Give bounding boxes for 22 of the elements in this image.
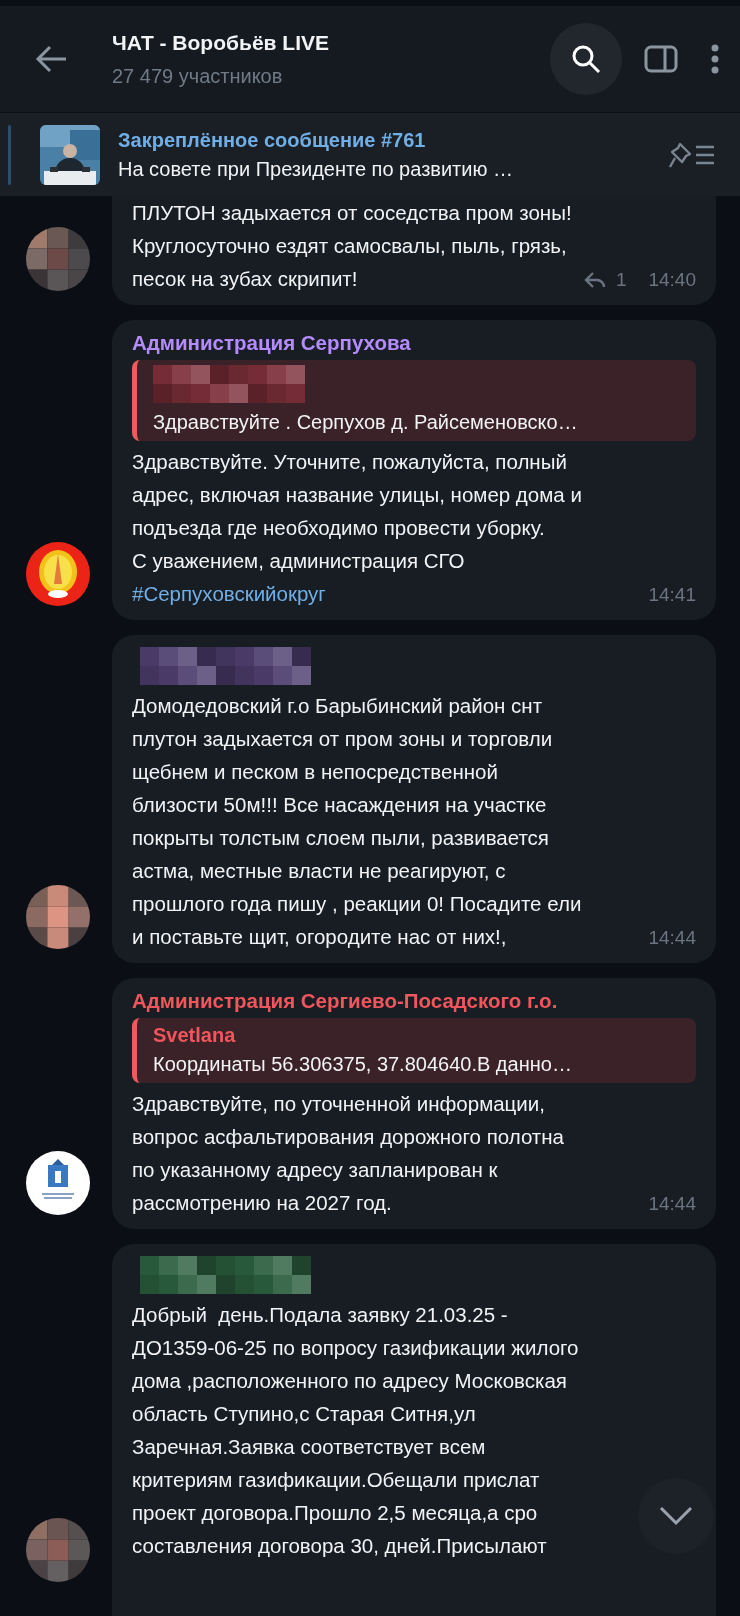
quote-author[interactable]: Svetlana xyxy=(153,1021,684,1049)
message-time: 14:41 xyxy=(648,583,696,607)
reply-count[interactable]: 1 xyxy=(615,265,627,295)
sender-name[interactable]: Администрация Сергиево-Посадского г.о. xyxy=(132,987,696,1015)
message-text: Домодедовский г.о Барыбинский район снт плутон задыхается от пром зоны и торговли щебнем и песком в непосредственной близости 50м!!! Все насаждения на участке покрыты толстым слоем пыли, развивается астма, местные власти не реагируют, с прошлого года пишу , реакции 0! Посадите ели и поставьте щит, огородите нас от них!, xyxy=(132,693,582,950)
pinned-title[interactable]: Закреплённое сообщение #761 xyxy=(118,128,668,152)
reply-quote[interactable]: Здравствуйте . Серпухов д. Райсеменовско… xyxy=(132,360,696,441)
member-count: 27 479 участников xyxy=(112,64,284,88)
message-text: Здравствуйте, по уточненной информации, вопрос асфальтирования дорожного полотна по указанному адресу запланирован к рассмотрению на 2027 год. xyxy=(132,1091,564,1216)
quote-text: Здравствуйте . Серпухов д. Райсеменовско… xyxy=(153,410,579,435)
message-time: 14:44 xyxy=(648,1192,696,1216)
message-text: ПЛУТОН задыхается от соседства пром зоны! Круглосуточно ездят самосвалы, пыль, грязь, песок на зубах скрипит! xyxy=(132,200,572,292)
message-time: 14:44 xyxy=(648,926,696,950)
chat-title: ЧАТ - Воробьёв LIVE xyxy=(112,30,330,55)
message-text: Добрый день.Подала заявку 21.03.25 - ДО1359-06-25 по вопросу газификации жилого дома ,расположенного по адресу Московская область Ступино,с Старая Ситня,ул Заречная.Заявка соответствует всем критериям газификации.Обещали прислат проект договора.Прошло 2,5 месяца,а сро составления договора 30, дней.Присылают xyxy=(132,1302,579,1559)
hashtag-link[interactable]: #Серпуховскийокруг xyxy=(132,577,326,610)
quote-text: Координаты 56.306375, 37.804640.В данно… xyxy=(153,1052,573,1077)
message-text: Здравствуйте. Уточните, пожалуйста, полный адрес, включая название улицы, номер дома и подъезда где необходимо провести уборку. С уважением, администрация СГО xyxy=(132,449,582,574)
sender-name[interactable]: Администрация Серпухова xyxy=(132,329,696,357)
pinned-message-preview: На совете при Президенте по развитию … xyxy=(118,157,514,181)
reply-quote[interactable]: Svetlana Координаты 56.306375, 37.804640.В данно… xyxy=(132,1018,696,1083)
message-time: 14:40 xyxy=(648,268,696,292)
